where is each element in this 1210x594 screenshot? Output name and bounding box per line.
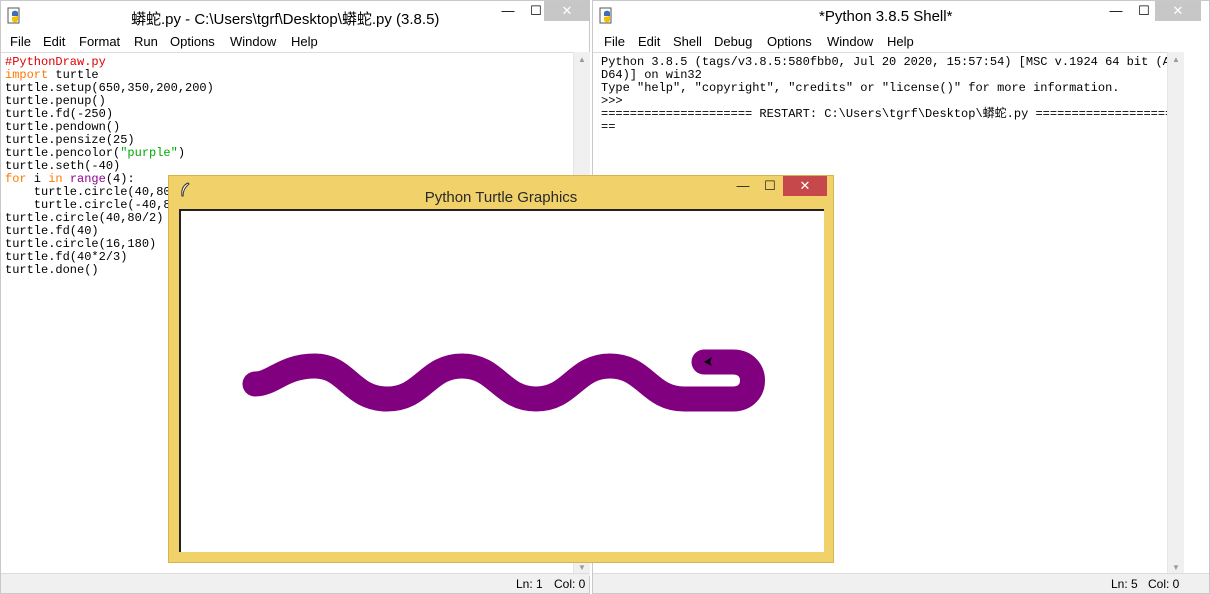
snake-drawing (242, 349, 765, 412)
shell-menubar: File Edit Shell Debug Options Window Hel… (593, 32, 1209, 52)
shell-scrollbar[interactable]: ▲ ▼ (1167, 52, 1184, 576)
shell-titlebar[interactable]: *Python 3.8.5 Shell* — ☐ ✕ (593, 1, 1209, 32)
menu-help[interactable]: Help (291, 34, 318, 49)
shell-statusbar: Ln: 5 Col: 0 (593, 573, 1209, 593)
code-line: turtle.done() (5, 264, 99, 277)
editor-titlebar[interactable]: 蟒蛇.py - C:\Users\tgrf\Desktop\蟒蛇.py (3.8… (1, 1, 590, 32)
editor-menubar: File Edit Format Run Options Window Help (1, 32, 589, 52)
code-token: turtle.setup(650,350,200,200) (5, 81, 214, 95)
menu-edit[interactable]: Edit (638, 34, 660, 49)
idle-shell-icon (599, 7, 612, 24)
code-token: turtle.fd(-250) (5, 107, 114, 121)
menu-window[interactable]: Window (827, 34, 873, 49)
menu-file[interactable]: File (604, 34, 625, 49)
code-token: turtle.circle(40,80/2) (5, 211, 164, 225)
menu-options[interactable]: Options (170, 34, 215, 49)
minimize-button[interactable]: — (729, 176, 757, 196)
scroll-up-icon[interactable]: ▲ (574, 52, 590, 68)
shell-line-number: Ln: 5 (1111, 577, 1138, 591)
code-token: i (26, 172, 49, 186)
code-token: turtle.pencolor( (5, 146, 121, 160)
shell-col-number: Col: 0 (1148, 577, 1180, 591)
code-token: import (5, 68, 49, 82)
menu-help[interactable]: Help (887, 34, 914, 49)
shell-line: Type "help", "copyright", "credits" or "… (601, 81, 1120, 95)
menu-options[interactable]: Options (767, 34, 812, 49)
editor-title: 蟒蛇.py - C:\Users\tgrf\Desktop\蟒蛇.py (3.8… (131, 11, 440, 28)
menu-format[interactable]: Format (79, 34, 120, 49)
minimize-button[interactable]: — (1101, 1, 1131, 21)
menu-debug[interactable]: Debug (714, 34, 752, 49)
turtle-canvas[interactable] (179, 209, 824, 552)
editor-statusbar: Ln: 1 Col: 0 (1, 573, 589, 593)
code-token: in (48, 172, 63, 186)
code-token: "purple" (120, 146, 178, 160)
editor-col-number: Col: 0 (554, 577, 586, 591)
code-token: turtle.seth(-40) (5, 159, 121, 173)
shell-line: == (601, 120, 616, 134)
code-token: turtle.fd(40) (5, 224, 99, 238)
close-button[interactable]: ✕ (1155, 1, 1201, 21)
shell-line: ===================== RESTART: C:\Users\… (601, 107, 1180, 121)
code-token: range (69, 172, 106, 186)
code-token: turtle.done() (5, 263, 99, 277)
code-token: turtle.circle(-40,8 (5, 198, 171, 212)
code-token: turtle.circle(16,180) (5, 237, 157, 251)
code-token: ) (177, 146, 186, 160)
idle-file-icon (7, 7, 20, 24)
menu-run[interactable]: Run (134, 34, 158, 49)
code-token: #PythonDraw.py (5, 55, 106, 69)
minimize-button[interactable]: — (493, 1, 523, 21)
code-token: turtle.circle(40,80 (5, 185, 171, 199)
code-token: turtle.penup() (5, 94, 106, 108)
shell-title: *Python 3.8.5 Shell* (819, 8, 953, 25)
close-button[interactable]: ✕ (544, 1, 590, 21)
code-token: turtle.fd(40*2/3) (5, 250, 128, 264)
maximize-button[interactable]: ☐ (756, 176, 784, 196)
menu-file[interactable]: File (10, 34, 31, 49)
editor-line-number: Ln: 1 (516, 577, 543, 591)
turtle-graphics-window: Python Turtle Graphics — ☐ ✕ (168, 175, 834, 563)
menu-edit[interactable]: Edit (43, 34, 65, 49)
code-token: turtle.pensize(25) (5, 133, 135, 147)
close-button[interactable]: ✕ (783, 176, 827, 196)
code-token: turtle (48, 68, 99, 82)
code-token: for (5, 172, 27, 186)
code-token: turtle.pendown() (5, 120, 121, 134)
menu-window[interactable]: Window (230, 34, 276, 49)
menu-shell[interactable]: Shell (673, 34, 702, 49)
code-token: (4): (105, 172, 135, 186)
scroll-up-icon[interactable]: ▲ (1168, 52, 1184, 68)
